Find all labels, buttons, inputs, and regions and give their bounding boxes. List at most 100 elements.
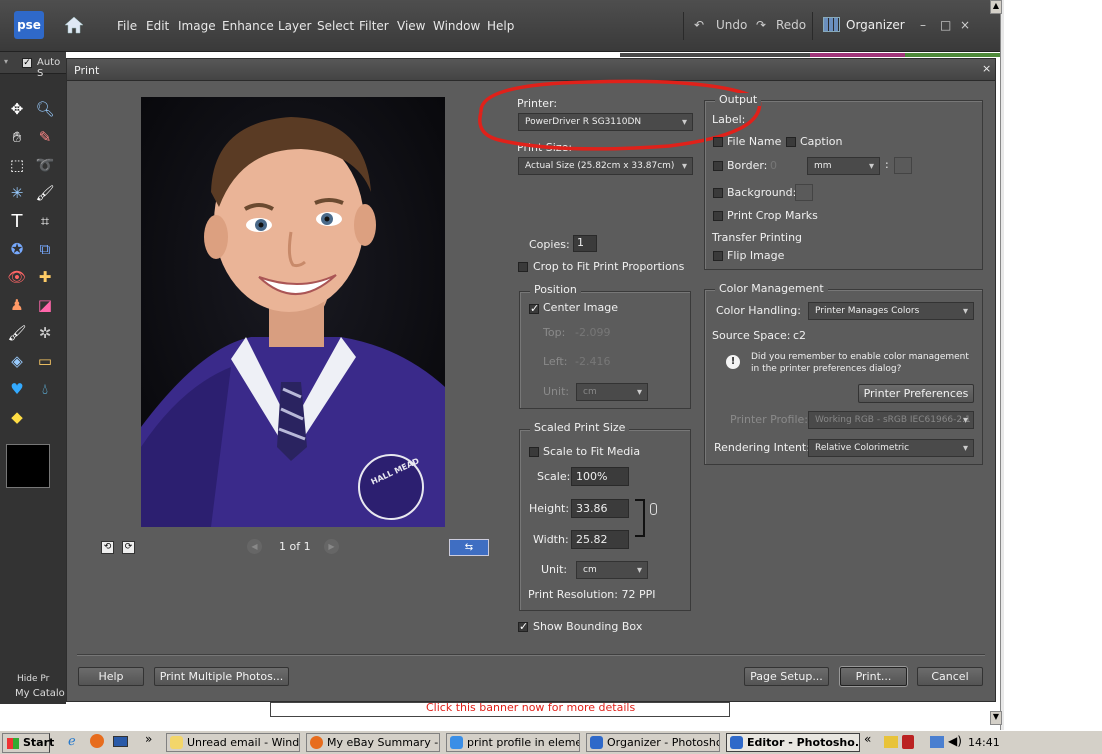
blur-tool-icon[interactable]: 💧︎	[34, 378, 56, 400]
eyedropper-icon[interactable]: ✎	[34, 126, 56, 148]
clone-stamp-icon[interactable]: ♟	[6, 294, 28, 316]
menu-image[interactable]: Image	[178, 19, 216, 33]
flip-image-checkbox[interactable]	[713, 251, 723, 261]
border-value[interactable]: 0	[770, 159, 777, 172]
caption-checkbox[interactable]	[786, 137, 796, 147]
tray-network-icon[interactable]	[930, 736, 944, 748]
menu-layer[interactable]: Layer	[278, 19, 311, 33]
rotate-right-icon[interactable]: ⟳	[122, 541, 135, 554]
scaled-unit-dropdown[interactable]: cm	[576, 561, 648, 579]
move-tool-icon[interactable]: ✥	[6, 98, 28, 120]
lasso-tool-icon[interactable]: ➰	[34, 154, 56, 176]
rendering-intent-dropdown[interactable]: Relative Colorimetric	[808, 439, 974, 457]
print-size-dropdown[interactable]: Actual Size (25.82cm x 33.87cm)	[518, 157, 693, 175]
task-email[interactable]: Unread email - Windo...	[166, 733, 300, 752]
restore-icon[interactable]: □	[940, 18, 951, 32]
scroll-down-icon[interactable]: ▼	[990, 711, 1002, 725]
cancel-button[interactable]: Cancel	[917, 667, 983, 686]
recompose-icon[interactable]: ⧉	[34, 238, 56, 260]
brush-tool-icon[interactable]: 🖌︎	[6, 322, 28, 344]
background-checkbox[interactable]	[713, 188, 723, 198]
crop-marks-checkbox[interactable]	[713, 211, 723, 221]
border-color-swatch[interactable]	[894, 157, 912, 174]
tray-folder-icon[interactable]	[884, 736, 898, 748]
shape-tool-icon[interactable]: ♥	[6, 378, 28, 400]
red-eye-icon[interactable]: 👁︎	[6, 266, 28, 288]
help-button[interactable]: Help	[78, 667, 144, 686]
print-button[interactable]: Print...	[840, 667, 907, 686]
paint-bucket-icon[interactable]: ◈	[6, 350, 28, 372]
width-label: Width:	[533, 533, 569, 546]
scale-input[interactable]: 100%	[571, 467, 629, 486]
close-app-icon[interactable]: ×	[960, 18, 970, 32]
redo-button[interactable]: Redo	[776, 18, 806, 32]
menu-view[interactable]: View	[397, 19, 425, 33]
background-color-swatch[interactable]	[795, 184, 813, 201]
bounding-box-checkbox[interactable]	[518, 620, 528, 633]
home-icon[interactable]	[62, 13, 86, 37]
height-input[interactable]: 33.86	[571, 499, 629, 518]
task-editor[interactable]: Editor - Photosho...	[726, 733, 860, 752]
print-multiple-button[interactable]: Print Multiple Photos...	[154, 667, 289, 686]
center-image-checkbox[interactable]	[529, 302, 539, 315]
magic-wand-icon[interactable]: ✳	[6, 182, 28, 204]
border-checkbox[interactable]	[713, 161, 723, 171]
task-print-profile[interactable]: print profile in element...	[446, 733, 580, 752]
printer-preferences-button[interactable]: Printer Preferences	[858, 384, 974, 403]
gradient-icon[interactable]: ▭	[34, 350, 56, 372]
menu-filter[interactable]: Filter	[359, 19, 389, 33]
menu-select[interactable]: Select	[317, 19, 354, 33]
zoom-tool-icon[interactable]: 🔍︎	[34, 98, 56, 120]
tray-shield-icon[interactable]	[902, 735, 914, 749]
organizer-button[interactable]: Organizer	[846, 18, 905, 32]
scale-fit-checkbox[interactable]	[529, 447, 539, 457]
sponge-tool-icon[interactable]: ◆	[6, 406, 28, 428]
undo-button[interactable]: Undo	[716, 18, 747, 32]
tray-volume-icon[interactable]: ◀)	[948, 734, 962, 748]
menu-file[interactable]: File	[117, 19, 137, 33]
hand-tool-icon[interactable]: ✋︎	[6, 126, 28, 148]
ie-icon[interactable]: ℯ	[68, 734, 76, 749]
rotate-left-icon[interactable]: ⟲	[101, 541, 114, 554]
page-setup-button[interactable]: Page Setup...	[744, 667, 829, 686]
prev-page-icon[interactable]: ◀	[247, 539, 262, 554]
next-page-icon[interactable]: ▶	[324, 539, 339, 554]
auto-select-checkbox[interactable]: ✓	[22, 58, 32, 68]
printer-profile-dropdown[interactable]: Working RGB - sRGB IEC61966-2.1	[808, 411, 974, 429]
minimize-icon[interactable]: –	[920, 18, 926, 32]
link-icon[interactable]	[650, 503, 657, 515]
marquee-tool-icon[interactable]: ⬚	[6, 154, 28, 176]
border-unit-dropdown[interactable]: mm	[807, 157, 880, 175]
healing-brush-icon[interactable]: ✚	[34, 266, 56, 288]
dialog-close-icon[interactable]: ×	[982, 62, 991, 75]
color-handling-dropdown[interactable]: Printer Manages Colors	[808, 302, 974, 320]
width-input[interactable]: 25.82	[571, 530, 629, 549]
ad-banner[interactable]: Click this banner now for more details	[270, 702, 730, 717]
task-ebay[interactable]: My eBay Summary - ...	[306, 733, 440, 752]
start-button[interactable]: Start	[2, 733, 54, 753]
task-organizer[interactable]: Organizer - Photosho...	[586, 733, 720, 752]
crop-fit-checkbox[interactable]	[518, 262, 528, 272]
hide-project-bin-button[interactable]: Hide Pr	[17, 674, 49, 684]
copies-input[interactable]: 1	[573, 235, 597, 252]
cookie-cutter-icon[interactable]: ✪	[6, 238, 28, 260]
smart-brush-icon[interactable]: ✲	[34, 322, 56, 344]
crop-tool-icon[interactable]: ⌗	[34, 210, 56, 232]
menu-enhance[interactable]: Enhance	[222, 19, 274, 33]
selection-brush-icon[interactable]: 🖌︎	[34, 182, 56, 204]
menu-window[interactable]: Window	[433, 19, 480, 33]
menu-help[interactable]: Help	[487, 19, 514, 33]
output-group	[704, 100, 983, 270]
desktop-icon[interactable]	[113, 736, 128, 747]
foreground-color-swatch[interactable]	[6, 444, 50, 488]
firefox-icon[interactable]	[90, 734, 104, 748]
scroll-up-icon[interactable]: ▲	[990, 0, 1002, 14]
position-unit-dropdown[interactable]: cm	[576, 383, 648, 401]
rotate-image-icon[interactable]: ⇆	[449, 539, 489, 556]
scaled-unit-label: Unit:	[541, 563, 568, 576]
menu-edit[interactable]: Edit	[146, 19, 169, 33]
type-tool-icon[interactable]: T	[6, 210, 28, 232]
redo-icon: ↷	[756, 18, 767, 32]
file-name-checkbox[interactable]	[713, 137, 723, 147]
eraser-icon[interactable]: ◪	[34, 294, 56, 316]
